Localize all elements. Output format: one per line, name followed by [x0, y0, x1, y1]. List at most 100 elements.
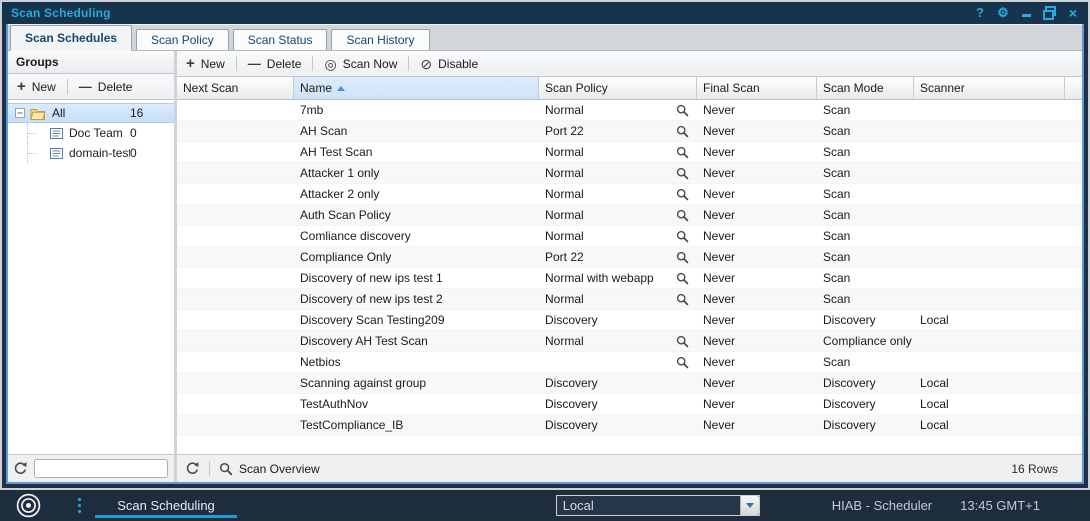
group-item-all[interactable]: All16 — [8, 103, 174, 123]
table-row[interactable]: Auth Scan PolicyNormalNeverScan — [177, 205, 1082, 226]
groups-delete-button[interactable]: —Delete — [76, 79, 136, 95]
new-button[interactable]: +New — [183, 56, 228, 72]
toolbar-separator — [67, 79, 68, 94]
cell-final_scan: Never — [697, 142, 817, 162]
cell-scan_mode: Discovery — [817, 373, 914, 393]
scan-now-button[interactable]: ◎Scan Now — [321, 56, 400, 72]
column-header-scan-mode[interactable]: Scan Mode — [817, 77, 914, 99]
help-icon[interactable]: ? — [974, 6, 986, 20]
scan-overview-button[interactable]: Scan Overview — [219, 462, 320, 476]
cell-text: Scan — [823, 292, 850, 306]
taskbar-item-scan-scheduling[interactable]: Scan Scheduling — [95, 490, 237, 521]
magnifier-icon[interactable] — [676, 335, 689, 348]
table-row[interactable]: Discovery AH Test ScanNormalNeverComplia… — [177, 331, 1082, 352]
cell-next_scan — [177, 226, 294, 246]
disable-button[interactable]: ⊘Disable — [417, 56, 481, 72]
cell-name: Comliance discovery — [294, 226, 539, 246]
delete-button[interactable]: —Delete — [245, 56, 305, 72]
table-row[interactable]: Comliance discoveryNormalNeverScan — [177, 226, 1082, 247]
tab-scan-history[interactable]: Scan History — [331, 29, 429, 50]
app-logo-icon[interactable] — [15, 492, 42, 519]
column-header-final-scan[interactable]: Final Scan — [697, 77, 817, 99]
magnifier-icon[interactable] — [676, 272, 689, 285]
table-row[interactable]: NetbiosNeverScan — [177, 352, 1082, 373]
magnifier-icon[interactable] — [676, 230, 689, 243]
titlebar-icons: ? ⚙ × — [974, 6, 1079, 20]
button-label: Delete — [267, 57, 302, 71]
magnifier-icon[interactable] — [676, 125, 689, 138]
magnifier-icon[interactable] — [676, 356, 689, 369]
cell-scanner — [914, 142, 1065, 162]
column-header-scan-policy[interactable]: Scan Policy — [539, 77, 697, 99]
task-menu-icon[interactable] — [78, 498, 81, 513]
table-row[interactable]: Compliance OnlyPort 22NeverScan — [177, 247, 1082, 268]
column-header-next-scan[interactable]: Next Scan — [177, 77, 294, 99]
cell-next_scan — [177, 331, 294, 351]
table-row[interactable]: TestCompliance_IBDiscoveryNeverDiscovery… — [177, 415, 1082, 436]
tab-scan-policy[interactable]: Scan Policy — [136, 29, 229, 50]
cell-scan_policy: Normal — [539, 184, 697, 204]
taskbar: Scan Scheduling Local HIAB - Scheduler 1… — [0, 490, 1090, 521]
table-row[interactable]: Attacker 2 onlyNormalNeverScan — [177, 184, 1082, 205]
schedules-panel: +New —Delete ◎Scan Now ⊘Disable Next ScanNa… — [177, 51, 1082, 482]
cell-scan_mode: Scan — [817, 289, 914, 309]
column-header-name[interactable]: Name — [294, 77, 539, 99]
magnifier-icon[interactable] — [676, 209, 689, 222]
cell-scanner — [914, 205, 1065, 225]
cell-scanner — [914, 226, 1065, 246]
cell-text: Never — [703, 334, 735, 348]
magnifier-icon[interactable] — [676, 251, 689, 264]
group-item-doc-team[interactable]: Doc Team0 — [8, 123, 174, 143]
magnifier-icon[interactable] — [676, 146, 689, 159]
scanner-select[interactable]: Local — [556, 495, 760, 516]
cell-scanner — [914, 247, 1065, 267]
cell-text: Scan — [823, 145, 850, 159]
cell-scan_mode: Scan — [817, 142, 914, 162]
settings-icon[interactable]: ⚙ — [997, 6, 1009, 20]
scan-overview-label: Scan Overview — [239, 462, 320, 476]
cell-scan_policy: Discovery — [539, 415, 697, 435]
group-filter-input[interactable] — [34, 459, 168, 478]
refresh-icon[interactable] — [13, 461, 28, 476]
table-row[interactable]: Scanning against groupDiscoveryNeverDisc… — [177, 373, 1082, 394]
table-row[interactable]: Attacker 1 onlyNormalNeverScan — [177, 163, 1082, 184]
cell-name: Attacker 1 only — [294, 163, 539, 183]
cell-name: 7mb — [294, 100, 539, 120]
close-icon[interactable]: × — [1067, 6, 1079, 20]
tab-scan-schedules[interactable]: Scan Schedules — [10, 25, 132, 51]
cell-text: Scan — [823, 103, 850, 117]
cell-text: Local — [920, 418, 949, 432]
refresh-icon[interactable] — [185, 461, 200, 476]
collapse-icon[interactable] — [15, 108, 25, 118]
dropdown-arrow-icon[interactable] — [740, 496, 759, 515]
schedules-table: 7mbNormalNeverScanAH ScanPort 22NeverSca… — [177, 100, 1082, 454]
magnifier-icon[interactable] — [676, 293, 689, 306]
table-row[interactable]: AH Test ScanNormalNeverScan — [177, 142, 1082, 163]
window-body: Groups +New—Delete All16Doc Team0domain-… — [8, 51, 1082, 482]
table-row[interactable]: Discovery of new ips test 1Normal with w… — [177, 268, 1082, 289]
magnifier-icon[interactable] — [676, 188, 689, 201]
group-item-domain-test[interactable]: domain-test0 — [8, 143, 174, 163]
cell-scan_mode: Compliance only — [817, 331, 914, 351]
cell-text: Normal — [545, 187, 584, 201]
cell-text: Local — [920, 397, 949, 411]
cell-text: Normal — [545, 334, 584, 348]
tab-scan-status[interactable]: Scan Status — [233, 29, 328, 50]
table-row[interactable]: Discovery Scan Testing209DiscoveryNeverD… — [177, 310, 1082, 331]
cell-final_scan: Never — [697, 352, 817, 372]
magnifier-icon[interactable] — [676, 167, 689, 180]
button-label: Disable — [438, 57, 478, 71]
table-row[interactable]: Discovery of new ips test 2NormalNeverSc… — [177, 289, 1082, 310]
cell-scanner: Local — [914, 373, 1065, 393]
column-header-scanner[interactable]: Scanner — [914, 77, 1065, 99]
table-row[interactable]: TestAuthNovDiscoveryNeverDiscoveryLocal — [177, 394, 1082, 415]
group-label: Doc Team — [69, 126, 130, 140]
cell-text: Scanning against group — [300, 376, 426, 390]
magnifier-icon[interactable] — [676, 104, 689, 117]
restore-icon[interactable] — [1043, 6, 1056, 20]
table-row[interactable]: 7mbNormalNeverScan — [177, 100, 1082, 121]
minimize-icon[interactable] — [1020, 6, 1032, 20]
button-label: New — [32, 80, 56, 94]
groups-new-button[interactable]: +New — [14, 79, 59, 95]
table-row[interactable]: AH ScanPort 22NeverScan — [177, 121, 1082, 142]
